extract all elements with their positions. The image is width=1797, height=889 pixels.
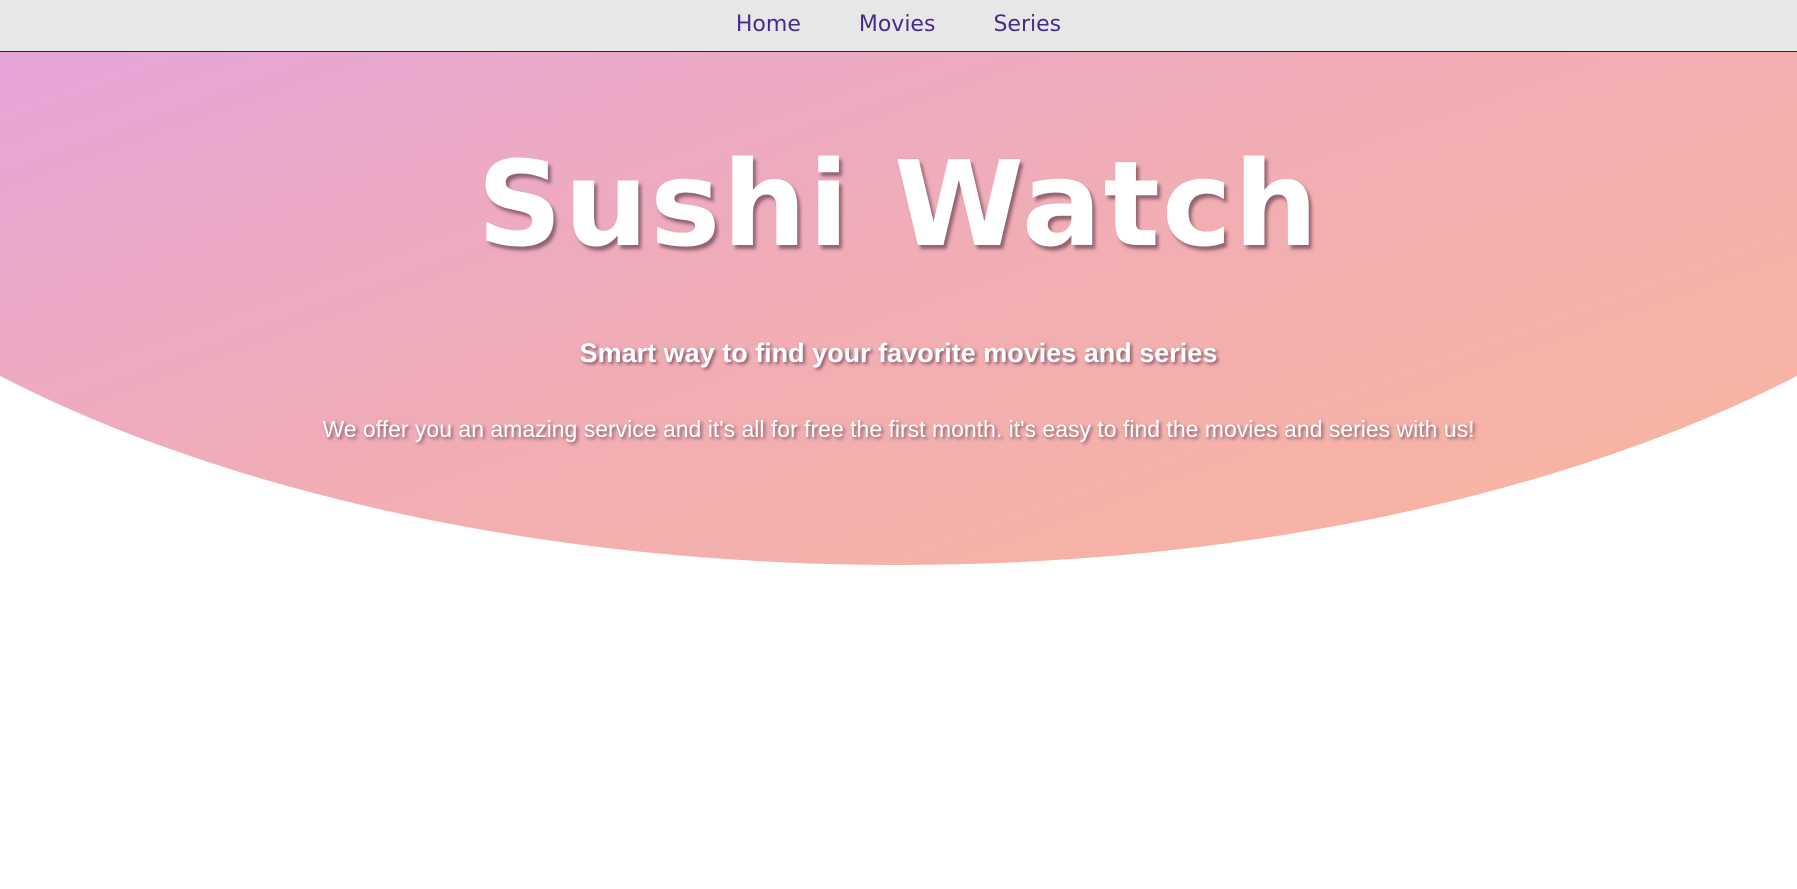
nav-link-movies[interactable]: Movies <box>859 12 936 37</box>
hero-gradient-background <box>0 52 1797 565</box>
nav-link-series[interactable]: Series <box>993 12 1061 37</box>
hero-section: Sushi Watch Smart way to find your favor… <box>0 52 1797 566</box>
hero-subtitle: Smart way to find your favorite movies a… <box>579 338 1218 368</box>
top-navbar: Home Movies Series <box>0 0 1797 52</box>
hero-description: We offer you an amazing service and it's… <box>322 416 1475 442</box>
nav-link-home[interactable]: Home <box>736 12 801 37</box>
hero-title: Sushi Watch <box>477 135 1320 273</box>
